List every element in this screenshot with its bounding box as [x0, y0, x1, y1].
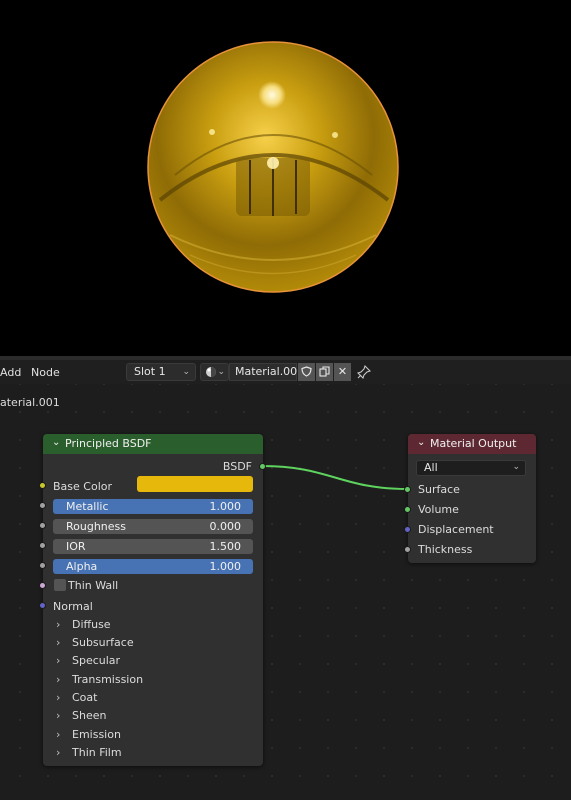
- alpha-label: Alpha: [66, 560, 98, 573]
- target-dropdown[interactable]: All ⌄: [416, 460, 526, 476]
- thin-wall-socket[interactable]: [39, 582, 46, 589]
- unlink-material-button[interactable]: ✕: [334, 363, 351, 381]
- chevron-right-icon: ›: [56, 673, 61, 686]
- displacement-socket[interactable]: [404, 526, 411, 533]
- close-icon: ✕: [337, 365, 348, 378]
- surface-label: Surface: [418, 483, 460, 496]
- chevron-right-icon: ›: [56, 728, 61, 741]
- volume-label: Volume: [418, 503, 459, 516]
- bsdf-output-socket[interactable]: [259, 463, 266, 470]
- panel-subsurface[interactable]: › Subsurface: [56, 636, 134, 649]
- chevron-right-icon: ›: [56, 618, 61, 631]
- material-name: Material.001: [235, 365, 305, 378]
- ior-field[interactable]: IOR 1.500: [53, 539, 253, 554]
- chevron-right-icon: ›: [56, 654, 61, 667]
- panel-label: Subsurface: [72, 636, 134, 649]
- material-preview-viewport[interactable]: [0, 0, 571, 356]
- collapse-chevron-icon[interactable]: ⌄: [52, 437, 60, 448]
- base-color-socket[interactable]: [39, 482, 46, 489]
- material-sphere: [147, 41, 399, 293]
- panel-label: Thin Film: [72, 746, 122, 759]
- panel-sheen[interactable]: › Sheen: [56, 709, 106, 722]
- chevron-right-icon: ›: [56, 691, 61, 704]
- node-header[interactable]: ⌄ Principled BSDF: [43, 434, 263, 454]
- roughness-socket[interactable]: [39, 522, 46, 529]
- pin-icon[interactable]: [357, 365, 371, 379]
- alpha-value: 1.000: [209, 560, 242, 573]
- panel-specular[interactable]: › Specular: [56, 654, 120, 667]
- panel-emission[interactable]: › Emission: [56, 728, 121, 741]
- shield-icon: [301, 366, 312, 377]
- panel-diffuse[interactable]: › Diffuse: [56, 618, 111, 631]
- roughness-value: 0.000: [209, 520, 242, 533]
- alpha-field[interactable]: Alpha 1.000: [53, 559, 253, 574]
- roughness-label: Roughness: [66, 520, 127, 533]
- surface-socket[interactable]: [404, 486, 411, 493]
- duplicate-material-button[interactable]: [316, 363, 333, 381]
- panel-label: Coat: [72, 691, 98, 704]
- panel-thin-film[interactable]: › Thin Film: [56, 746, 122, 759]
- breadcrumb: aterial.001: [0, 396, 60, 409]
- ior-value: 1.500: [209, 540, 242, 553]
- node-title: Principled BSDF: [65, 437, 152, 450]
- chevron-down-icon: ⌄: [217, 367, 225, 377]
- panel-label: Emission: [72, 728, 121, 741]
- bsdf-output-label: BSDF: [222, 460, 252, 473]
- volume-socket[interactable]: [404, 506, 411, 513]
- chevron-right-icon: ›: [56, 709, 61, 722]
- ior-label: IOR: [66, 540, 86, 553]
- panel-label: Diffuse: [72, 618, 111, 631]
- fake-user-button[interactable]: [298, 363, 315, 381]
- alpha-socket[interactable]: [39, 562, 46, 569]
- roughness-field[interactable]: Roughness 0.000: [53, 519, 253, 534]
- metallic-socket[interactable]: [39, 502, 46, 509]
- panel-label: Transmission: [72, 673, 144, 686]
- metallic-label: Metallic: [66, 500, 109, 513]
- node-menu[interactable]: Node: [31, 366, 60, 379]
- chevron-right-icon: ›: [56, 636, 61, 649]
- chevron-right-icon: ›: [56, 746, 61, 759]
- material-name-field[interactable]: Material.001: [229, 363, 304, 381]
- material-output-node[interactable]: ⌄ Material Output All ⌄ Surface Volume D…: [404, 434, 536, 563]
- principled-bsdf-node[interactable]: ⌄ Principled BSDF BSDF Base Color Metall…: [39, 434, 266, 766]
- target-label: All: [424, 461, 438, 474]
- material-browse-button[interactable]: ⌄: [200, 363, 229, 381]
- slot-dropdown[interactable]: Slot 1 ⌄: [126, 363, 196, 381]
- add-menu[interactable]: Add: [0, 366, 21, 379]
- collapse-chevron-icon[interactable]: ⌄: [417, 437, 425, 448]
- base-color-label: Base Color: [53, 480, 113, 493]
- thin-wall-checkbox[interactable]: [54, 579, 66, 591]
- chevron-down-icon: ⌄: [182, 367, 190, 377]
- ior-socket[interactable]: [39, 542, 46, 549]
- material-sphere-icon: [206, 367, 216, 377]
- panel-label: Specular: [72, 654, 121, 667]
- panel-coat[interactable]: › Coat: [56, 691, 97, 704]
- panel-transmission[interactable]: › Transmission: [56, 673, 143, 686]
- thickness-label: Thickness: [418, 543, 473, 556]
- node-title: Material Output: [430, 437, 517, 450]
- node-header[interactable]: ⌄ Material Output: [408, 434, 536, 454]
- metallic-value: 1.000: [209, 500, 242, 513]
- metallic-field[interactable]: Metallic 1.000: [53, 499, 253, 514]
- panel-label: Sheen: [72, 709, 107, 722]
- thin-wall-label: Thin Wall: [68, 579, 119, 592]
- base-color-swatch[interactable]: [137, 476, 253, 492]
- chevron-down-icon: ⌄: [512, 462, 520, 472]
- displacement-label: Displacement: [418, 523, 494, 536]
- normal-label: Normal: [53, 600, 93, 613]
- thickness-socket[interactable]: [404, 546, 411, 553]
- normal-socket[interactable]: [39, 602, 46, 609]
- slot-label: Slot 1: [134, 365, 166, 378]
- duplicate-icon: [319, 366, 330, 377]
